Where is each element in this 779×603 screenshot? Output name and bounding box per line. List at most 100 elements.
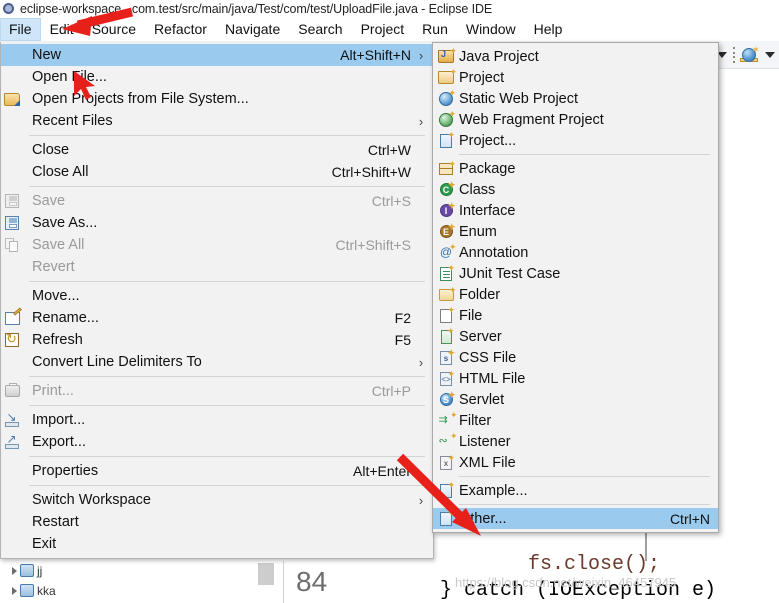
menu-item-label: Convert Line Delimiters To — [32, 354, 202, 370]
annotation-icon: @ — [433, 241, 459, 259]
menubar-item-project[interactable]: Project — [352, 18, 414, 41]
menu-item-label: Save — [32, 193, 66, 209]
submenu-item-junit-test-case[interactable]: JUnit Test Case — [433, 263, 718, 284]
submenu-item-java-project[interactable]: Java Project — [433, 46, 718, 67]
server-icon — [433, 326, 459, 344]
submenu-item-enum[interactable]: E Enum — [433, 221, 718, 242]
menu-item-export[interactable]: Export... — [1, 431, 433, 453]
new-project-wizard-icon — [433, 130, 459, 148]
submenu-item-xml-file[interactable]: x XML File — [433, 452, 718, 473]
submenu-item-listener[interactable]: ∾ Listener — [433, 430, 718, 452]
menubar-item-search[interactable]: Search — [289, 18, 351, 41]
html-file-icon: <> — [433, 368, 459, 386]
web-fragment-project-icon — [433, 109, 459, 127]
rename-icon — [1, 311, 23, 325]
menu-item-label: Open File... — [32, 69, 107, 85]
menubar-item-refactor[interactable]: Refactor — [145, 18, 216, 41]
submenu-item-label: File — [459, 307, 483, 324]
submenu-item-servlet[interactable]: S Servlet — [433, 389, 718, 410]
submenu-item-label: Folder — [459, 286, 501, 303]
menu-item-import[interactable]: Import... — [1, 409, 433, 431]
horizontal-scrollbar-thumb[interactable] — [258, 563, 274, 585]
chevron-down-icon-2[interactable] — [765, 52, 775, 58]
submenu-arrow-icon: › — [418, 47, 424, 63]
menu-item-label: Close All — [32, 164, 89, 180]
refresh-icon — [1, 331, 23, 347]
submenu-item-label: Filter — [459, 412, 492, 429]
menu-item-refresh[interactable]: Refresh F5 — [1, 329, 433, 351]
menu-item-open-file[interactable]: Open File... — [1, 66, 433, 88]
submenu-item-html-file[interactable]: <> HTML File — [433, 368, 718, 389]
line-number-label: 84 — [296, 566, 328, 597]
submenu-arrow-icon: › — [418, 113, 424, 129]
menu-item-switch-workspace[interactable]: Switch Workspace › — [1, 489, 433, 511]
menu-separator — [29, 405, 425, 406]
submenu-item-file[interactable]: File — [433, 305, 718, 326]
submenu-item-folder[interactable]: Folder — [433, 284, 718, 305]
submenu-item-class[interactable]: C Class — [433, 179, 718, 200]
menu-item-label: New — [32, 47, 62, 63]
menu-item-label: Open Projects from File System... — [32, 91, 249, 107]
list-item[interactable]: kka — [12, 582, 56, 599]
menu-item-label: Close — [32, 142, 70, 158]
menubar-item-help[interactable]: Help — [525, 18, 572, 41]
menubar-item-source[interactable]: Source — [83, 18, 145, 41]
submenu-item-project[interactable]: Project — [433, 67, 718, 88]
submenu-separator — [459, 504, 710, 505]
menu-item-close-all[interactable]: Close All Ctrl+Shift+W — [1, 161, 433, 183]
menu-item-open-projects-from-file-system[interactable]: Open Projects from File System... — [1, 88, 433, 110]
file-icon — [433, 305, 459, 323]
junit-test-case-icon — [433, 263, 459, 281]
submenu-separator — [459, 476, 710, 477]
submenu-item-label: Static Web Project — [459, 90, 579, 107]
menubar-item-file[interactable]: File — [0, 17, 41, 41]
submenu-item-label: Annotation — [459, 244, 529, 261]
submenu-item-static-web-project[interactable]: Static Web Project — [433, 88, 718, 109]
menu-item-accel: F5 — [394, 332, 411, 348]
menubar-item-edit[interactable]: Edit — [41, 18, 83, 41]
menu-item-label: Move... — [32, 288, 80, 304]
submenu-item-server[interactable]: Server — [433, 326, 718, 347]
menu-item-label: Exit — [32, 536, 57, 552]
chevron-right-icon[interactable] — [12, 566, 17, 575]
example-icon — [433, 480, 459, 498]
menubar-item-window[interactable]: Window — [457, 18, 525, 41]
window-title: eclipse-workspace - com.test/src/main/ja… — [20, 1, 493, 16]
submenu-item-annotation[interactable]: @ Annotation — [433, 241, 718, 263]
submenu-item-project-wizard[interactable]: Project... — [433, 130, 718, 151]
menu-separator — [29, 186, 425, 187]
chevron-right-icon-2[interactable] — [12, 586, 17, 595]
menu-item-exit[interactable]: Exit — [1, 533, 433, 555]
new-submenu-dropdown: Java Project Project Static Web Project … — [432, 42, 719, 533]
menu-item-new[interactable]: New Alt+Shift+N › — [1, 44, 433, 66]
menu-item-properties[interactable]: Properties Alt+Enter — [1, 460, 433, 482]
submenu-item-filter[interactable]: ⇉ Filter — [433, 409, 718, 431]
menu-item-convert-line-delimiters-to[interactable]: Convert Line Delimiters To › — [1, 351, 433, 373]
submenu-item-example[interactable]: Example... — [433, 480, 718, 501]
enum-icon: E — [433, 221, 459, 238]
submenu-item-css-file[interactable]: s CSS File — [433, 347, 718, 368]
submenu-item-web-fragment-project[interactable]: Web Fragment Project — [433, 109, 718, 130]
submenu-item-other[interactable]: Other... Ctrl+N — [433, 508, 718, 529]
menu-item-print: Print... Ctrl+P — [1, 380, 433, 402]
list-item-label: jj — [37, 563, 43, 578]
menubar-item-navigate[interactable]: Navigate — [216, 18, 289, 41]
web-globe-icon[interactable]: ✶ — [740, 46, 760, 64]
menu-item-recent-files[interactable]: Recent Files › — [1, 110, 433, 132]
submenu-item-interface[interactable]: I Interface — [433, 200, 718, 221]
menu-item-rename[interactable]: Rename... F2 — [1, 307, 433, 329]
menu-item-move[interactable]: Move... — [1, 285, 433, 307]
menu-item-label: Restart — [32, 514, 79, 530]
menu-item-close[interactable]: Close Ctrl+W — [1, 139, 433, 161]
menu-item-restart[interactable]: Restart — [1, 511, 433, 533]
submenu-item-label: HTML File — [459, 370, 526, 387]
file-menu-dropdown: New Alt+Shift+N › Open File... Open Proj… — [0, 42, 434, 559]
list-item[interactable]: jj — [12, 562, 42, 579]
menu-separator — [29, 281, 425, 282]
menubar-item-run[interactable]: Run — [413, 18, 457, 41]
submenu-item-package[interactable]: Package — [433, 158, 718, 179]
save-all-disabled-icon — [1, 238, 23, 252]
menu-item-save-as[interactable]: Save As... — [1, 212, 433, 234]
drag-handle-icon[interactable] — [732, 46, 735, 64]
